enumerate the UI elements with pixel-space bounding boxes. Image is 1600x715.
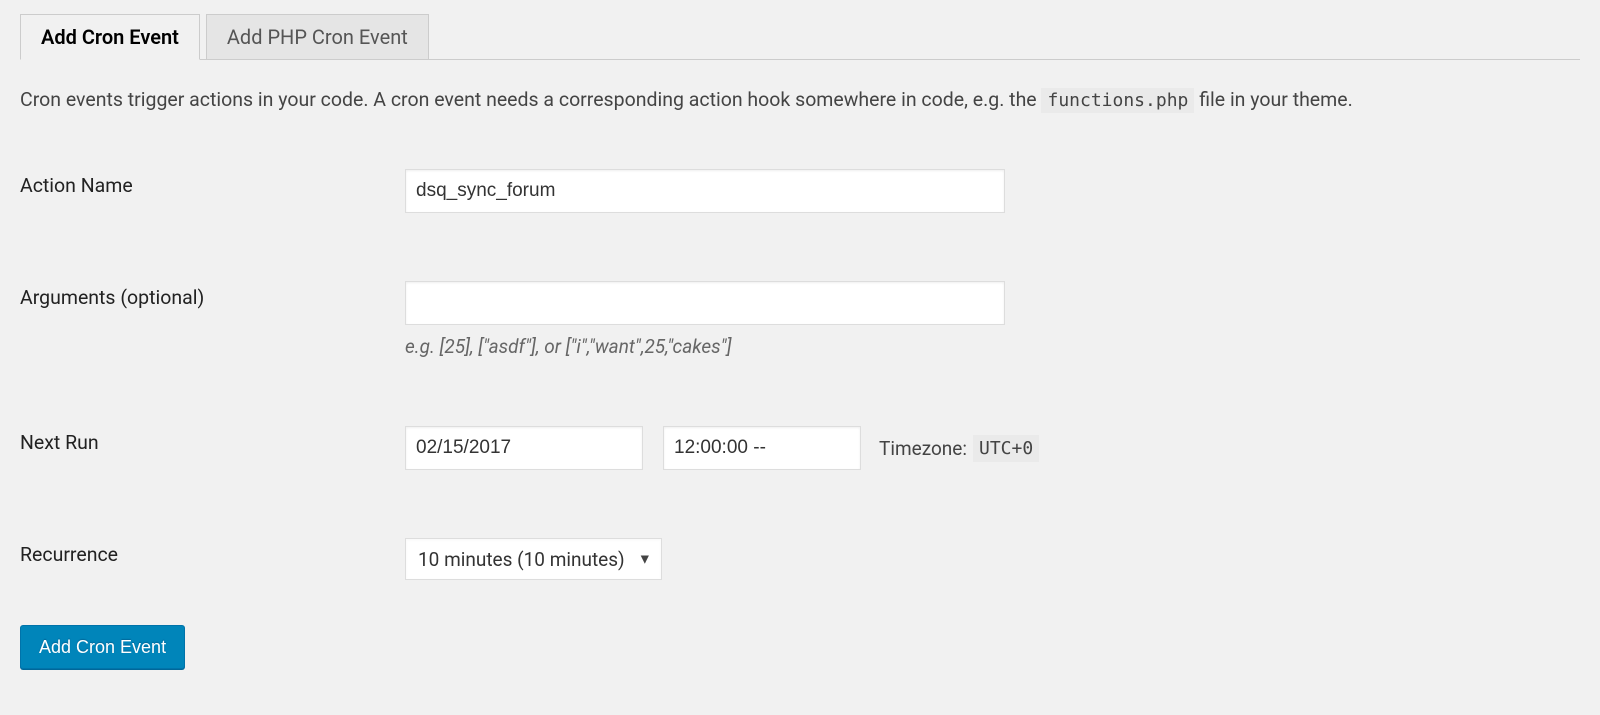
row-arguments: Arguments (optional) e.g. [25], ["asdf"]…	[20, 266, 1580, 373]
select-recurrence[interactable]: 10 minutes (10 minutes) ▼	[405, 538, 662, 580]
timezone-label: Timezone:	[879, 437, 967, 460]
input-next-run-date[interactable]	[405, 426, 643, 470]
label-arguments: Arguments (optional)	[20, 266, 395, 373]
description-code: functions.php	[1041, 88, 1194, 113]
timezone-value: UTC+0	[973, 435, 1039, 462]
tab-add-php-cron-event[interactable]: Add PHP Cron Event	[206, 14, 429, 59]
tab-add-cron-event[interactable]: Add Cron Event	[20, 14, 200, 60]
content-area: Cron events trigger actions in your code…	[0, 60, 1600, 689]
row-recurrence: Recurrence 10 minutes (10 minutes) ▼	[20, 523, 1580, 595]
label-recurrence: Recurrence	[20, 523, 395, 595]
row-action-name: Action Name	[20, 154, 1580, 228]
arguments-helper-text: e.g. [25], ["asdf"], or ["i","want",25,"…	[405, 335, 1570, 358]
description-text: Cron events trigger actions in your code…	[20, 85, 1580, 114]
description-suffix: file in your theme.	[1199, 88, 1353, 111]
input-arguments[interactable]	[405, 281, 1005, 325]
tabs-container: Add Cron Event Add PHP Cron Event	[20, 14, 1580, 60]
add-cron-event-button[interactable]: Add Cron Event	[20, 625, 185, 669]
form-table: Action Name Arguments (optional) e.g. [2…	[20, 154, 1580, 595]
input-action-name[interactable]	[405, 169, 1005, 213]
label-action-name: Action Name	[20, 154, 395, 228]
label-next-run: Next Run	[20, 411, 395, 485]
row-next-run: Next Run Timezone: UTC+0	[20, 411, 1580, 485]
description-prefix: Cron events trigger actions in your code…	[20, 88, 1041, 111]
input-next-run-time[interactable]	[663, 426, 861, 470]
select-recurrence-value: 10 minutes (10 minutes)	[418, 548, 625, 571]
